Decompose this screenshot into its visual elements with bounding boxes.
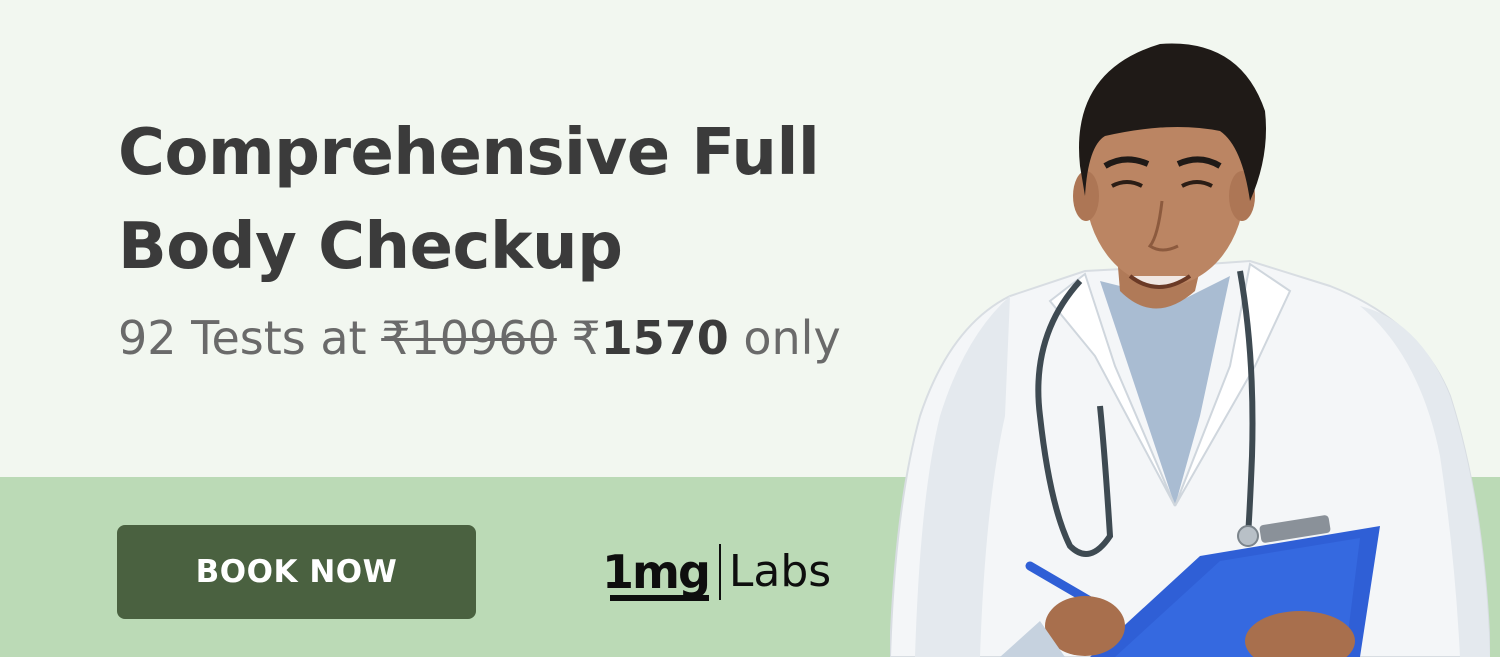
logo-mark: 1mg: [602, 545, 711, 601]
book-now-button[interactable]: BOOK NOW: [117, 525, 476, 619]
headline-line-2: Body Checkup: [118, 210, 623, 284]
1mg-labs-logo: 1mg Labs: [602, 540, 831, 604]
promo-banner[interactable]: Comprehensive Full Body Checkup 92 Tests…: [0, 0, 1500, 657]
headline: Comprehensive Full Body Checkup: [118, 106, 898, 294]
new-price: 1570: [600, 311, 729, 365]
logo-divider: [718, 544, 721, 600]
price-suffix: only: [743, 311, 841, 365]
headline-line-1: Comprehensive Full: [118, 116, 820, 190]
old-price: ₹10960: [381, 311, 557, 365]
doctor-with-clipboard-icon: [890, 43, 1490, 657]
logo-labs-text: Labs: [728, 546, 832, 597]
price-line: 92 Tests at ₹10960 ₹1570 only: [118, 310, 841, 366]
tests-count-text: 92 Tests at: [118, 311, 367, 365]
currency-symbol: ₹: [571, 311, 601, 365]
